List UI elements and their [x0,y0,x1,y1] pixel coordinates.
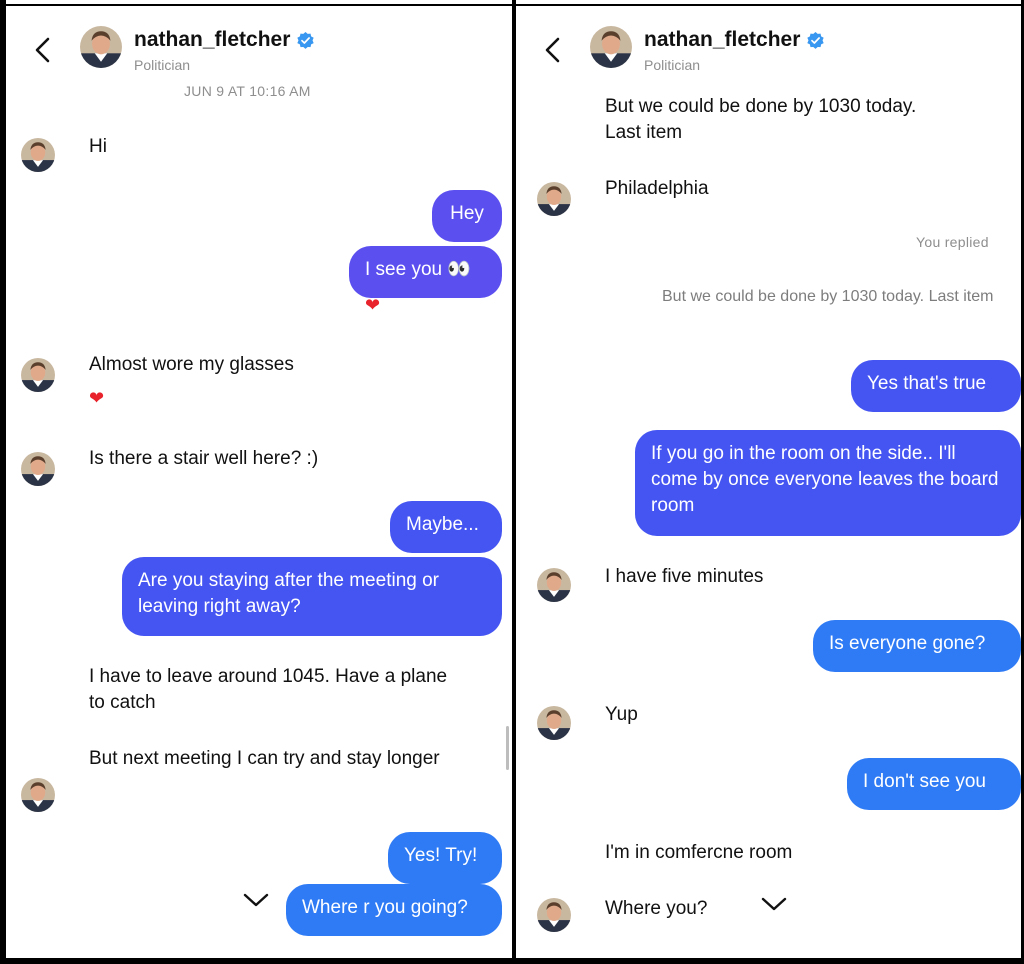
incoming-message[interactable]: Hi [89,134,107,160]
outgoing-message[interactable]: Are you staying after the meeting or lea… [122,557,502,636]
incoming-message[interactable]: I'm in comfercne room [605,840,792,866]
header-subtitle: Politician [134,57,191,73]
sender-avatar[interactable] [537,568,571,602]
username-text[interactable]: nathan_fletcher [134,28,290,52]
quoted-reply[interactable]: But we could be done by 1030 today. Last… [662,284,1002,310]
outgoing-message[interactable]: If you go in the room on the side.. I'll… [635,430,1021,536]
outgoing-message[interactable]: Maybe... [390,501,502,553]
incoming-message[interactable]: I have five minutes [605,564,763,590]
sender-avatar[interactable] [21,138,55,172]
sender-avatar[interactable] [537,182,571,216]
incoming-message[interactable]: But next meeting I can try and stay long… [89,746,449,772]
incoming-message[interactable]: Philadelphia [605,176,709,202]
header-username[interactable]: nathan_fletcher [644,28,825,52]
sender-avatar[interactable] [21,452,55,486]
chevron-down-icon[interactable] [241,890,271,910]
outgoing-message[interactable]: Hey [432,190,502,242]
dm-thread-panel-right: nathan_fletcher Politician But we could … [516,6,1021,958]
header-avatar[interactable] [590,26,632,68]
back-chevron-icon[interactable] [30,36,56,64]
outgoing-message[interactable]: Yes! Try! [388,832,502,884]
incoming-message[interactable]: Yup [605,702,638,728]
sender-avatar[interactable] [537,706,571,740]
heart-reaction-icon[interactable]: ❤ [365,295,380,315]
header-username[interactable]: nathan_fletcher [134,28,315,52]
outgoing-message[interactable]: Yes that's true [851,360,1021,412]
incoming-message[interactable]: I have to leave around 1045. Have a plan… [89,664,449,716]
sender-avatar[interactable] [21,358,55,392]
chevron-down-icon[interactable] [759,894,789,914]
incoming-message[interactable]: Where you? [605,896,707,922]
sender-avatar[interactable] [21,778,55,812]
dm-thread-panel-left: nathan_fletcher Politician JUN 9 AT 10:1… [6,6,512,958]
outgoing-message[interactable]: I see you 👀 [349,246,502,298]
username-text[interactable]: nathan_fletcher [644,28,800,52]
outgoing-message[interactable]: Is everyone gone? [813,620,1021,672]
header-avatar[interactable] [80,26,122,68]
incoming-message[interactable]: Almost wore my glasses [89,352,294,378]
scrollbar[interactable] [506,726,509,770]
message-timestamp: JUN 9 AT 10:16 AM [184,83,311,99]
sender-avatar[interactable] [537,898,571,932]
back-chevron-icon[interactable] [540,36,566,64]
verified-badge-icon [296,31,315,50]
outgoing-message[interactable]: I don't see you [847,758,1021,810]
header-subtitle: Politician [644,57,701,73]
verified-badge-icon [806,31,825,50]
heart-reaction-icon[interactable]: ❤ [89,388,104,408]
outgoing-message[interactable]: Where r you going? [286,884,502,936]
you-replied-label: You replied [916,234,989,250]
incoming-message[interactable]: Is there a stair well here? :) [89,446,318,472]
incoming-message[interactable]: But we could be done by 1030 today. Last… [605,94,935,146]
